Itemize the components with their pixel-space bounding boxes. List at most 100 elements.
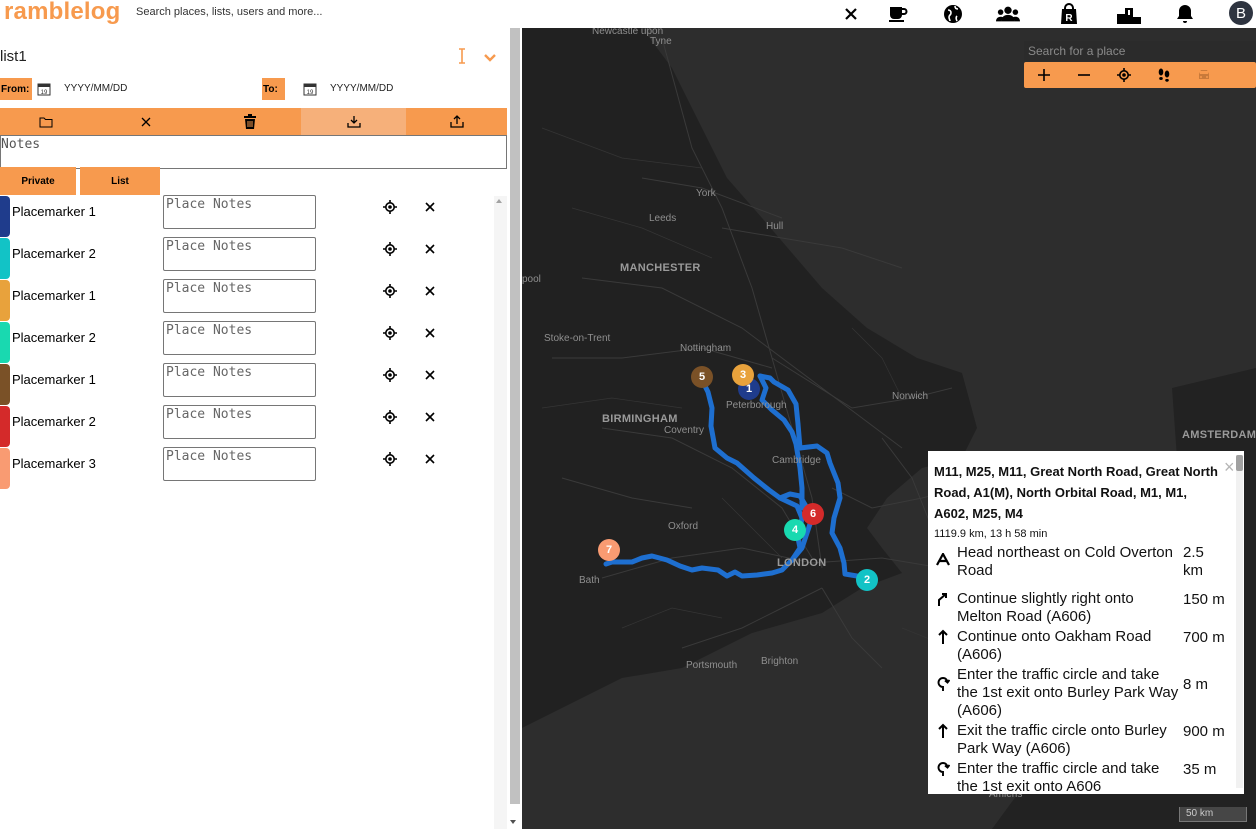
locate-icon[interactable] — [383, 242, 397, 261]
calendar-icon[interactable]: 19 — [303, 82, 317, 101]
from-date-input[interactable]: YYYY/MM/DD — [64, 83, 127, 94]
placemarker-row[interactable]: Placemarker 2 Place Notes — [0, 405, 493, 448]
placemarker-row[interactable]: Placemarker 1 Place Notes — [0, 279, 493, 322]
panel-scrollbar-thumb[interactable] — [510, 28, 520, 804]
list-tag-button[interactable]: List — [80, 167, 160, 195]
remove-icon[interactable] — [423, 284, 437, 303]
scroll-up-arrow[interactable] — [496, 199, 502, 203]
app-logo[interactable]: ramblelog — [4, 0, 121, 26]
placemarker-row[interactable]: Placemarker 1 Place Notes — [0, 363, 493, 406]
map-city-label: MANCHESTER — [620, 262, 701, 274]
users-icon[interactable] — [996, 2, 1020, 26]
folder-button[interactable] — [0, 108, 92, 135]
directions-scrollbar[interactable] — [1236, 455, 1243, 788]
color-swatch[interactable] — [0, 322, 10, 363]
to-date-input[interactable]: YYYY/MM/DD — [330, 83, 393, 94]
step-instruction: Exit the traffic circle onto Burley Park… — [957, 722, 1167, 757]
share-button[interactable] — [406, 108, 507, 135]
place-notes-input[interactable]: Place Notes — [163, 279, 316, 313]
step-distance: 900 m — [1183, 723, 1225, 740]
map-search-input[interactable]: Search for a place — [1024, 41, 1256, 61]
placemarker-row[interactable]: Placemarker 2 Place Notes — [0, 321, 493, 364]
color-swatch[interactable] — [0, 280, 10, 321]
delete-button[interactable] — [199, 108, 301, 135]
download-icon — [346, 116, 361, 128]
place-notes-input[interactable]: Place Notes — [163, 405, 316, 439]
download-button[interactable] — [301, 108, 406, 135]
remove-icon[interactable] — [423, 242, 437, 261]
podium-icon[interactable] — [1117, 2, 1141, 26]
svg-text:R: R — [1065, 13, 1073, 24]
placemarker-label[interactable]: Placemarker 1 — [12, 288, 96, 303]
place-notes-input[interactable]: Place Notes — [163, 237, 316, 271]
placemarker-label[interactable]: Placemarker 1 — [12, 204, 96, 219]
close-icon[interactable] — [839, 2, 863, 26]
notes-textarea[interactable]: Notes — [0, 135, 507, 169]
map-city-label: Norwich — [892, 391, 929, 402]
remove-icon[interactable] — [423, 452, 437, 471]
step-instruction: Head northeast on Cold Overton Road — [957, 544, 1173, 579]
map-scale-bar: 50 km — [1179, 807, 1247, 822]
map-marker[interactable]: 7 — [598, 539, 620, 561]
placemarker-row[interactable]: Placemarker 3 Place Notes — [0, 447, 493, 490]
place-notes-input[interactable]: Place Notes — [163, 363, 316, 397]
map-city-label: Oxford — [668, 521, 699, 532]
list-toolbar — [0, 108, 507, 135]
globe-icon[interactable] — [941, 2, 965, 26]
color-swatch[interactable] — [0, 364, 10, 405]
chevron-down-icon[interactable] — [483, 50, 497, 68]
scroll-down-arrow[interactable] — [510, 820, 516, 824]
minus-icon — [1078, 74, 1090, 76]
locate-me-button[interactable] — [1104, 62, 1144, 88]
remove-icon[interactable] — [423, 200, 437, 219]
calendar-icon[interactable]: 19 — [37, 82, 51, 101]
locate-icon[interactable] — [383, 284, 397, 303]
user-avatar[interactable]: B — [1229, 1, 1253, 25]
place-notes-input[interactable]: Place Notes — [163, 195, 316, 229]
map-marker[interactable]: 6 — [802, 503, 824, 525]
remove-icon[interactable] — [423, 410, 437, 429]
bell-icon[interactable] — [1173, 2, 1197, 26]
list-scrollbar[interactable] — [494, 196, 507, 829]
map-marker[interactable]: 2 — [856, 569, 878, 591]
close-icon[interactable]: × — [1224, 457, 1235, 478]
remove-icon[interactable] — [423, 368, 437, 387]
text-cursor-icon — [456, 48, 468, 69]
directions-scrollbar-thumb[interactable] — [1236, 455, 1243, 471]
step-distance: 8 m — [1183, 676, 1209, 693]
map-city-label: Leeds — [649, 213, 677, 224]
map-marker[interactable]: 3 — [732, 364, 754, 386]
clear-button[interactable] — [92, 108, 199, 135]
map-marker[interactable]: 5 — [691, 366, 713, 388]
remove-icon[interactable] — [423, 326, 437, 345]
coffee-icon[interactable] — [886, 2, 910, 26]
global-search-input[interactable]: Search places, lists, users and more... — [136, 6, 322, 18]
locate-icon[interactable] — [383, 368, 397, 387]
placemarker-row[interactable]: Placemarker 2 Place Notes — [0, 237, 493, 280]
placemarker-label[interactable]: Placemarker 1 — [12, 372, 96, 387]
locate-icon[interactable] — [383, 200, 397, 219]
color-swatch[interactable] — [0, 238, 10, 279]
placemarker-label[interactable]: Placemarker 2 — [12, 330, 96, 345]
shopping-bag-icon[interactable]: R — [1057, 2, 1081, 26]
locate-icon[interactable] — [383, 326, 397, 345]
placemarker-row[interactable]: Placemarker 1 Place Notes — [0, 195, 493, 238]
placemarker-label[interactable]: Placemarker 2 — [12, 414, 96, 429]
zoom-in-button[interactable] — [1024, 62, 1064, 88]
locate-icon[interactable] — [383, 452, 397, 471]
private-tag-button[interactable]: Private — [0, 167, 76, 195]
trash-icon — [244, 113, 256, 129]
map-marker[interactable]: 4 — [784, 519, 806, 541]
placemarker-label[interactable]: Placemarker 2 — [12, 246, 96, 261]
place-notes-input[interactable]: Place Notes — [163, 321, 316, 355]
locate-icon[interactable] — [383, 410, 397, 429]
color-swatch[interactable] — [0, 406, 10, 447]
drive-mode-button[interactable] — [1184, 62, 1224, 88]
place-notes-input[interactable]: Place Notes — [163, 447, 316, 481]
color-swatch[interactable] — [0, 196, 10, 237]
zoom-out-button[interactable] — [1064, 62, 1104, 88]
list-title[interactable]: list1 — [0, 48, 27, 65]
placemarker-label[interactable]: Placemarker 3 — [12, 456, 96, 471]
color-swatch[interactable] — [0, 448, 10, 489]
walk-mode-button[interactable] — [1144, 62, 1184, 88]
